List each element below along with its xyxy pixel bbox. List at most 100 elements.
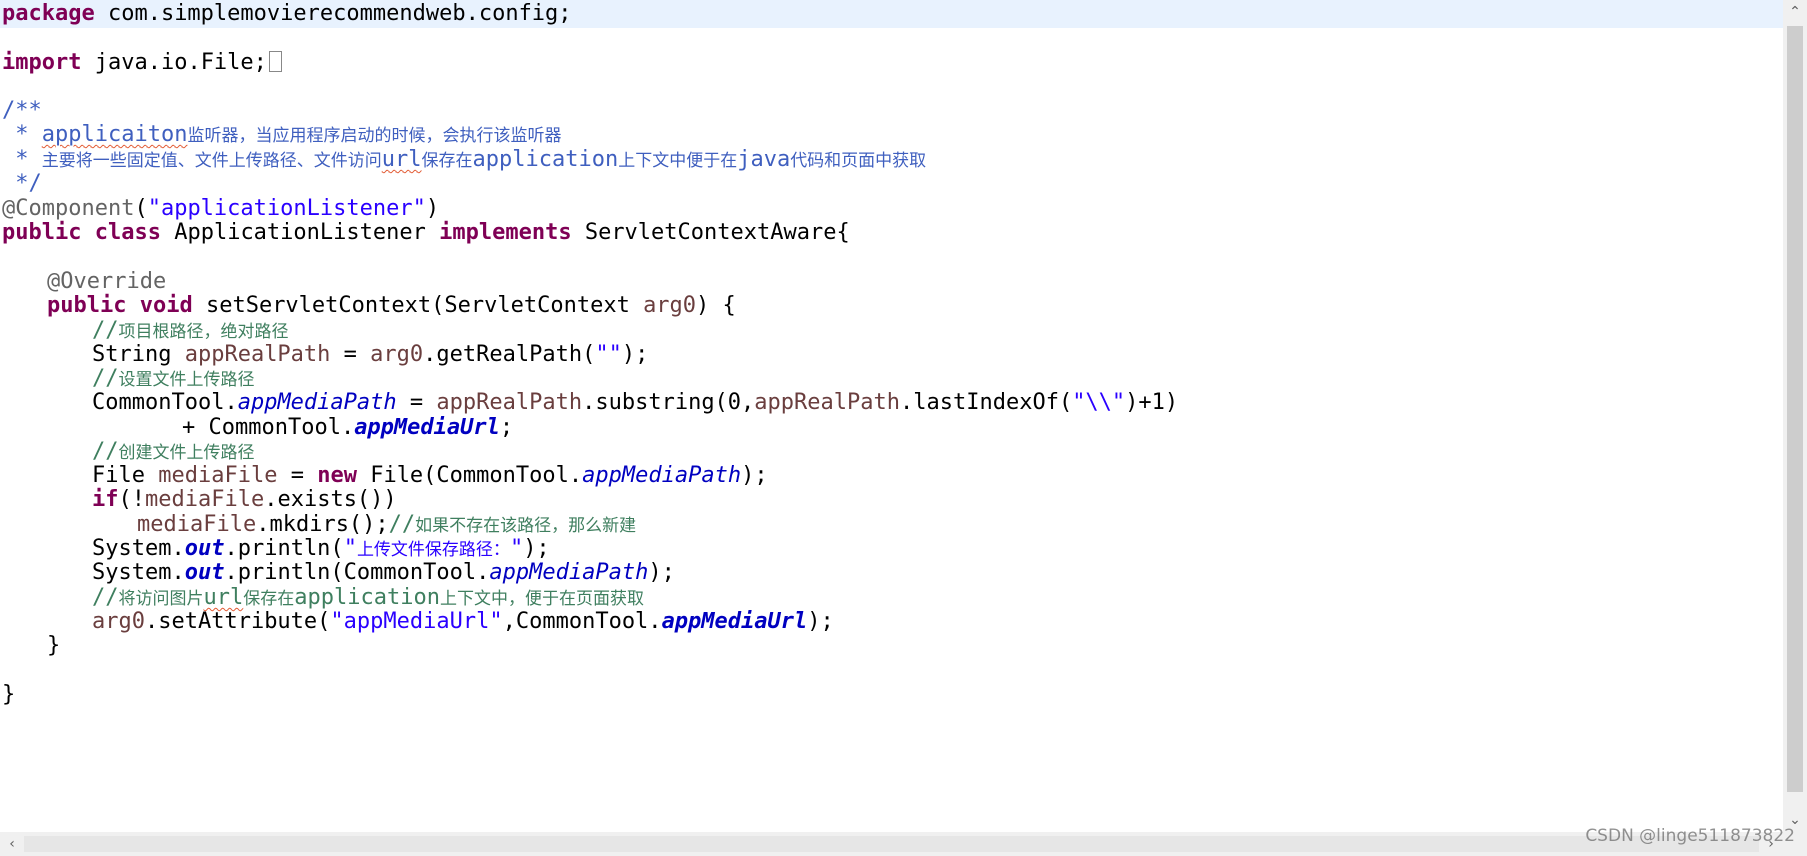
- static-field: appMediaPath: [237, 390, 397, 415]
- method-call: .println(CommonTool.: [224, 560, 490, 585]
- horizontal-scrollbar[interactable]: ‹ ›: [0, 832, 1807, 856]
- comment-slashes: //: [388, 512, 416, 537]
- parameter: arg0: [92, 609, 145, 634]
- statement-end: );: [648, 560, 675, 585]
- code-line-29[interactable]: }: [2, 681, 15, 709]
- comment-text: 设置文件上传路径: [118, 370, 255, 390]
- class-name: ApplicationListener: [160, 220, 440, 245]
- code-line-6[interactable]: * applicaiton监听器，当应用程序启动的时候，会执行该监听器: [2, 121, 561, 149]
- javadoc-text: 监听器，当应用程序启动的时候，会执行该监听器: [187, 126, 562, 146]
- local-variable: mediaFile: [145, 487, 265, 512]
- code-line-7[interactable]: * 主要将一些固定值、文件上传路径、文件访问url保存在application上…: [2, 146, 926, 174]
- string-literal: "\\": [1072, 390, 1126, 415]
- javadoc-text: 主要将一些固定值、文件上传路径、文件访问: [41, 151, 382, 171]
- statement-end: );: [523, 536, 550, 561]
- scroll-up-icon[interactable]: ⌃: [1783, 0, 1807, 24]
- method-call: .exists()): [264, 487, 397, 512]
- keyword: package: [2, 1, 95, 26]
- parameter: arg0: [370, 342, 424, 367]
- comment-text: 创建文件上传路径: [118, 443, 255, 463]
- javadoc-text: 代码和页面中获取: [790, 151, 927, 171]
- import-name: java.io.File;: [81, 50, 267, 75]
- keyword: implements: [439, 220, 572, 245]
- class-ref: System.: [92, 536, 185, 561]
- static-final-field: out: [184, 560, 225, 585]
- keyword: public: [47, 293, 127, 318]
- annotation: @Override: [47, 269, 167, 294]
- class-ref: ,CommonTool.: [502, 609, 662, 634]
- javadoc-close: */: [2, 171, 42, 196]
- method-call: .lastIndexOf(: [900, 390, 1073, 415]
- class-ref: CommonTool.: [92, 390, 238, 415]
- comment-text: 将访问图片: [118, 589, 204, 609]
- keyword: void: [139, 293, 193, 318]
- type-name: File: [92, 463, 159, 488]
- closing-brace: }: [2, 682, 16, 707]
- paren: ): [425, 196, 440, 221]
- operator: =: [277, 463, 318, 488]
- comment-word: application: [294, 585, 440, 610]
- code-line-8[interactable]: */: [2, 170, 42, 198]
- comment-slashes: //: [92, 366, 119, 391]
- local-variable: mediaFile: [158, 463, 278, 488]
- code-line-27[interactable]: }: [47, 632, 60, 660]
- comment-slashes: //: [92, 439, 119, 464]
- vertical-scroll-thumb[interactable]: [1787, 26, 1803, 792]
- local-variable: appRealPath: [754, 390, 900, 415]
- class-ref: + CommonTool.: [182, 415, 355, 440]
- paren: (: [134, 196, 148, 221]
- code-editor[interactable]: package com.simplemovierecommendweb.conf…: [0, 0, 1783, 832]
- method-call: .substring(0,: [582, 390, 755, 415]
- statement-end: );: [621, 342, 649, 367]
- javadoc-prefix: *: [2, 122, 42, 147]
- code-line-10[interactable]: public class ApplicationListener impleme…: [2, 219, 850, 247]
- paren: (!: [118, 487, 146, 512]
- code-line-26[interactable]: arg0.setAttribute("appMediaUrl",CommonTo…: [92, 608, 834, 636]
- javadoc-prefix: *: [2, 147, 42, 172]
- code-line-24[interactable]: System.out.println(CommonTool.appMediaPa…: [92, 559, 675, 587]
- statement-end: )+1): [1125, 390, 1179, 415]
- string-literal: 上传文件保存路径：: [356, 540, 510, 560]
- static-field: appMediaPath: [489, 560, 649, 585]
- comment-slashes: //: [92, 318, 119, 343]
- code-line-21[interactable]: if(!mediaFile.exists()): [92, 486, 397, 514]
- brace: ) {: [696, 293, 736, 318]
- code-line-1[interactable]: package com.simplemovierecommendweb.conf…: [0, 0, 1783, 28]
- comment-text: 保存在: [243, 589, 295, 609]
- horizontal-scroll-thumb[interactable]: [24, 836, 1759, 852]
- code-line-3[interactable]: import java.io.File;: [2, 49, 282, 77]
- method-call: .setAttribute(: [144, 609, 331, 634]
- folded-imports-icon[interactable]: [268, 51, 282, 72]
- javadoc-text: 保存在: [421, 151, 473, 171]
- statement-end: );: [807, 609, 834, 634]
- javadoc-text: 上下文中便于在: [618, 151, 738, 171]
- comment-slashes: //: [92, 585, 119, 610]
- keyword: class: [94, 220, 161, 245]
- interface-name: ServletContextAware{: [571, 220, 850, 245]
- constructor-call: File(CommonTool.: [356, 463, 583, 488]
- code-line-17[interactable]: CommonTool.appMediaPath = appRealPath.su…: [92, 389, 1178, 417]
- vertical-scrollbar[interactable]: ⌃ ⌄: [1783, 0, 1807, 832]
- javadoc-word: url: [381, 147, 422, 172]
- comment-word: url: [203, 585, 244, 610]
- statement-end: );: [741, 463, 768, 488]
- class-ref: System.: [92, 560, 185, 585]
- operator: =: [396, 390, 437, 415]
- static-field: appMediaPath: [582, 463, 742, 488]
- code-line-13[interactable]: public void setServletContext(ServletCon…: [47, 292, 736, 320]
- package-name: com.simplemovierecommendweb.config;: [94, 1, 572, 26]
- closing-brace: }: [47, 633, 61, 658]
- comment-text: 上下文中，便于在页面获取: [439, 589, 644, 609]
- method-call: .println(: [224, 536, 344, 561]
- operator: =: [330, 342, 371, 367]
- string-literal: "": [595, 342, 622, 367]
- scroll-left-icon[interactable]: ‹: [0, 832, 24, 856]
- local-variable: appRealPath: [436, 390, 583, 415]
- keyword: new: [317, 463, 357, 488]
- method-signature: setServletContext(ServletContext: [192, 293, 644, 318]
- javadoc-word: java: [737, 147, 791, 172]
- local-variable: mediaFile: [137, 512, 257, 537]
- javadoc-word: applicaiton: [41, 122, 188, 147]
- annotation: @Component: [2, 196, 135, 221]
- static-final-field: appMediaUrl: [354, 415, 500, 440]
